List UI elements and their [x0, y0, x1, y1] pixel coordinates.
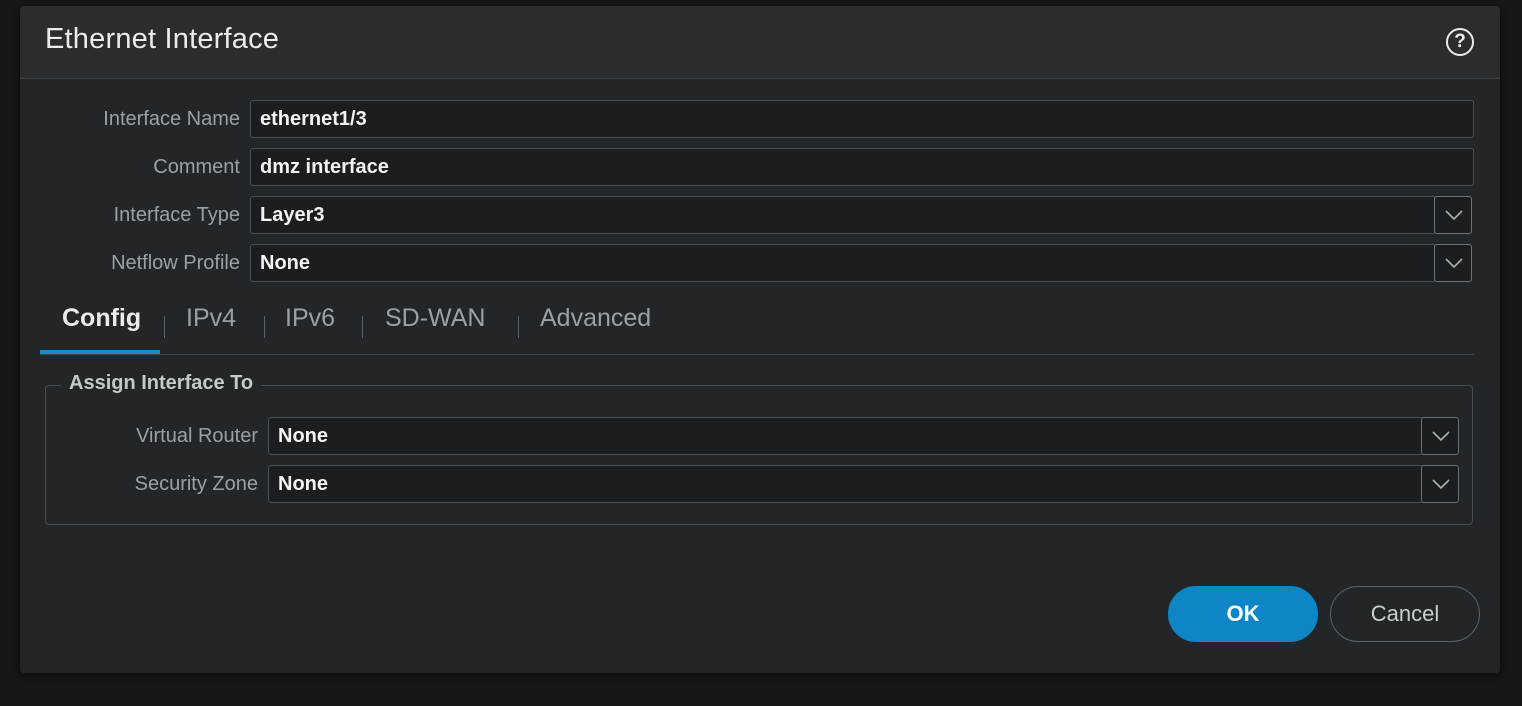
tab-separator [164, 316, 165, 338]
tab-sd-wan[interactable]: SD-WAN [385, 304, 485, 333]
chevron-down-icon [1445, 258, 1463, 269]
comment-row: Comment dmz interface [20, 148, 1474, 186]
interface-type-label: Interface Type [113, 204, 240, 226]
interface-type-select[interactable]: Layer3 [250, 196, 1436, 234]
interface-name-label: Interface Name [103, 108, 240, 130]
security-zone-label: Security Zone [134, 473, 258, 495]
netflow-profile-dropdown-button[interactable] [1434, 244, 1472, 282]
cancel-button[interactable]: Cancel [1330, 586, 1480, 642]
security-zone-row: Security Zone None [46, 465, 1460, 503]
tab-separator [518, 316, 519, 338]
interface-name-row: Interface Name ethernet1/3 [20, 100, 1474, 138]
tab-separator [362, 316, 363, 338]
chevron-down-icon [1432, 479, 1450, 490]
active-tab-indicator [40, 350, 160, 354]
interface-type-dropdown-button[interactable] [1434, 196, 1472, 234]
tab-advanced[interactable]: Advanced [540, 304, 651, 333]
ok-button[interactable]: OK [1168, 586, 1318, 642]
netflow-profile-select[interactable]: None [250, 244, 1436, 282]
interface-name-field[interactable]: ethernet1/3 [250, 100, 1474, 138]
comment-label: Comment [153, 156, 240, 178]
security-zone-select[interactable]: None [268, 465, 1423, 503]
virtual-router-dropdown-button[interactable] [1421, 417, 1459, 455]
help-icon[interactable]: ? [1446, 28, 1474, 56]
interface-type-row: Interface Type Layer3 [20, 196, 1474, 234]
dialog-title: Ethernet Interface [45, 23, 280, 55]
tab-config[interactable]: Config [62, 304, 141, 333]
interface-tabs: Config IPv4 IPv6 SD-WAN Advanced [40, 296, 1474, 355]
tab-ipv6[interactable]: IPv6 [285, 304, 335, 333]
virtual-router-label: Virtual Router [136, 425, 258, 447]
chevron-down-icon [1445, 210, 1463, 221]
tab-separator [264, 316, 265, 338]
assign-interface-legend: Assign Interface To [61, 372, 262, 395]
security-zone-dropdown-button[interactable] [1421, 465, 1459, 503]
ethernet-interface-dialog: Ethernet Interface ? Interface Name ethe… [20, 6, 1500, 673]
comment-field[interactable]: dmz interface [250, 148, 1474, 186]
virtual-router-select[interactable]: None [268, 417, 1423, 455]
chevron-down-icon [1432, 431, 1450, 442]
assign-interface-group: Assign Interface To Virtual Router None … [45, 372, 1473, 525]
dialog-header: Ethernet Interface ? [20, 6, 1500, 79]
netflow-profile-label: Netflow Profile [111, 252, 240, 274]
virtual-router-row: Virtual Router None [46, 417, 1460, 455]
tab-ipv4[interactable]: IPv4 [186, 304, 236, 333]
netflow-profile-row: Netflow Profile None [20, 244, 1474, 282]
